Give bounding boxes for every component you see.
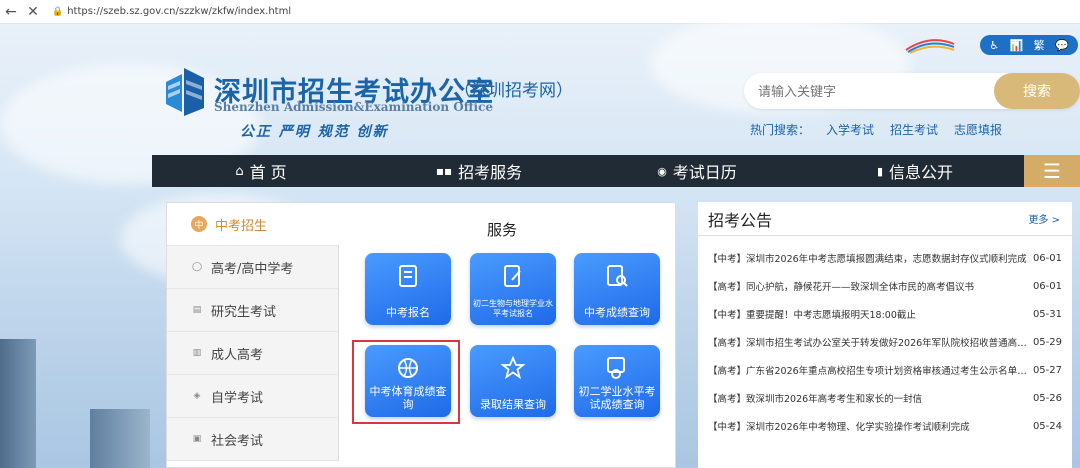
nav-label: 考试日历 xyxy=(672,163,737,182)
nav-label: 信息公开 xyxy=(889,163,954,182)
sidebar-item-label: 研究生考试 xyxy=(211,304,277,320)
lock-icon: 🔒 xyxy=(52,6,64,17)
tile-label: 中考成绩查询 xyxy=(584,306,650,319)
accessibility-icon[interactable]: ♿ xyxy=(989,39,999,52)
more-link[interactable]: 更多 > xyxy=(1028,211,1060,226)
nav-home[interactable]: ⌂ 首 页 xyxy=(152,155,370,187)
search-box: 搜索 xyxy=(744,73,1080,109)
services-title: 服务 xyxy=(487,221,518,239)
list-item[interactable]: 【高考】致深圳市2026年高考考生和家长的一封信 05-26 xyxy=(698,384,1072,412)
tile-zhongkao-registration[interactable]: 中考报名 xyxy=(365,253,451,325)
highlight-box xyxy=(352,340,460,424)
wechat-icon[interactable]: 💬 xyxy=(1055,39,1069,52)
main-nav: ⌂ 首 页 ▪▪ 招考服务 ◉ 考试日历 ▮ 信息公开 ☰ xyxy=(152,155,1080,187)
list-item[interactable]: 【中考】深圳市2026年中考志愿填报圆满结束，志愿数据封存仪式顺利完成 06-01 xyxy=(698,244,1072,272)
announcements-header: 招考公告 更多 > xyxy=(698,202,1072,236)
site-slogan: 公正 严明 规范 创新 xyxy=(240,124,389,140)
nav-label: 招考服务 xyxy=(458,163,523,182)
tile-zhongkao-score-query[interactable]: 中考成绩查询 xyxy=(574,253,660,325)
accessibility-tools: ♿ 📊 繁 💬 xyxy=(980,35,1078,55)
document-icon: ▮ xyxy=(876,164,884,178)
sidebar-item-label: 成人高考 xyxy=(211,347,264,363)
book-icon: ▤ xyxy=(192,305,202,315)
search-input[interactable] xyxy=(758,81,988,101)
site-title-en: Shenzhen Admission&Examination Office xyxy=(214,100,494,114)
hot-link[interactable]: 志愿填报 xyxy=(954,121,1002,138)
menu-icon: ☰ xyxy=(1043,159,1061,183)
tile-biology-geography-registration[interactable]: 初二生物与地理学业水平考试报名 xyxy=(470,253,556,325)
traditional-chinese-toggle[interactable]: 繁 xyxy=(1034,37,1045,53)
announcements-title: 招考公告 xyxy=(708,210,773,230)
sidebar-item-graduate[interactable]: ▤ 研究生考试 xyxy=(167,289,339,332)
edit-document-icon xyxy=(504,265,521,287)
exam-category-sidebar: 中 中考招生 ◯ 高考/高中学考 ▤ 研究生考试 ▥ 成人高考 ◈ 自学考试 ▣… xyxy=(167,203,339,468)
sidebar-item-label: 高考/高中学考 xyxy=(211,261,294,277)
nav-calendar[interactable]: ◉ 考试日历 xyxy=(588,155,806,187)
hot-search-label: 热门搜索： xyxy=(750,123,811,137)
tile-grade8-score-query[interactable]: 初二学业水平考试成绩查询 xyxy=(574,345,660,417)
tile-admission-result-query[interactable]: 录取结果查询 xyxy=(470,345,556,417)
certificate-search-icon xyxy=(607,357,625,379)
announcements-panel: 招考公告 更多 > 【中考】深圳市2026年中考志愿填报圆满结束，志愿数据封存仪… xyxy=(698,202,1072,468)
chart-icon[interactable]: 📊 xyxy=(1010,39,1024,52)
sidebar-item-social[interactable]: ▣ 社会考试 xyxy=(167,418,339,461)
tile-label: 初二学业水平考试成绩查询 xyxy=(578,385,656,411)
exam-services-panel: 中 中考招生 ◯ 高考/高中学考 ▤ 研究生考试 ▥ 成人高考 ◈ 自学考试 ▣… xyxy=(166,202,676,468)
tile-label: 录取结果查询 xyxy=(480,398,546,411)
sidebar-item-label: 中考招生 xyxy=(215,218,268,234)
sidebar-item-gaokao[interactable]: ◯ 高考/高中学考 xyxy=(167,246,339,289)
grid-icon: ▪▪ xyxy=(435,164,453,178)
search-button[interactable]: 搜索 xyxy=(994,73,1080,109)
tile-label: 中考报名 xyxy=(386,306,430,319)
sidebar-item-label: 社会考试 xyxy=(211,433,264,449)
sidebar-item-zhongkao[interactable]: 中 中考招生 xyxy=(167,203,339,246)
sidebar-item-self-study[interactable]: ◈ 自学考试 xyxy=(167,375,339,418)
database-icon: ◉ xyxy=(657,164,667,178)
list-item[interactable]: 【中考】深圳市2026年中考物理、化学实验操作考试顺利完成 05-24 xyxy=(698,412,1072,440)
sidebar-item-label: 自学考试 xyxy=(211,390,264,406)
graduation-cap-icon: ◈ xyxy=(193,391,201,401)
form-icon xyxy=(399,265,417,287)
address-bar[interactable]: 🔒 https://szeb.sz.gov.cn/szzkw/zkfw/inde… xyxy=(52,6,291,17)
menu-button[interactable]: ☰ xyxy=(1024,155,1080,187)
list-item[interactable]: 【中考】重要提醒！中考志愿填报明天18:00截止 05-31 xyxy=(698,300,1072,328)
list-item[interactable]: 【高考】深圳市招生考试办公室关于转发做好2026年军队院校招收普通高中毕... 0… xyxy=(698,328,1072,356)
url-text: https://szeb.sz.gov.cn/szzkw/zkfw/index.… xyxy=(67,6,292,17)
hot-link[interactable]: 入学考试 xyxy=(826,121,874,138)
nav-label: 首 页 xyxy=(249,163,287,182)
list-item[interactable]: 【高考】广东省2026年重点高校招生专项计划资格审核通过考生公示名单（深... 0… xyxy=(698,356,1072,384)
back-icon[interactable]: ← xyxy=(0,1,22,23)
home-icon: ⌂ xyxy=(235,163,244,179)
document-search-icon xyxy=(607,265,628,287)
nav-services[interactable]: ▪▪ 招考服务 xyxy=(370,155,588,187)
logo-emblem-icon xyxy=(166,68,204,116)
user-icon: ◯ xyxy=(191,262,203,272)
star-icon xyxy=(500,355,526,380)
browser-toolbar: ← ✕ 🔒 https://szeb.sz.gov.cn/szzkw/zkfw/… xyxy=(0,0,1080,24)
nav-info[interactable]: ▮ 信息公开 xyxy=(806,155,1024,187)
list-item[interactable]: 【高考】同心护航，静候花开——致深圳全体市民的高考倡议书 06-01 xyxy=(698,272,1072,300)
sidebar-item-adult[interactable]: ▥ 成人高考 xyxy=(167,332,339,375)
hot-link[interactable]: 招生考试 xyxy=(890,121,938,138)
zhongkao-icon: 中 xyxy=(191,216,207,232)
certificate-icon: ▣ xyxy=(192,434,202,444)
document-icon: ▥ xyxy=(192,348,202,358)
hot-searches: 热门搜索： 入学考试 招生考试 志愿填报 xyxy=(750,121,1002,138)
partner-logo-icon xyxy=(905,39,955,54)
tile-label: 初二生物与地理学业水平考试报名 xyxy=(473,299,553,318)
site-subtitle: （深圳招考网） xyxy=(454,81,573,101)
close-icon[interactable]: ✕ xyxy=(22,1,44,23)
